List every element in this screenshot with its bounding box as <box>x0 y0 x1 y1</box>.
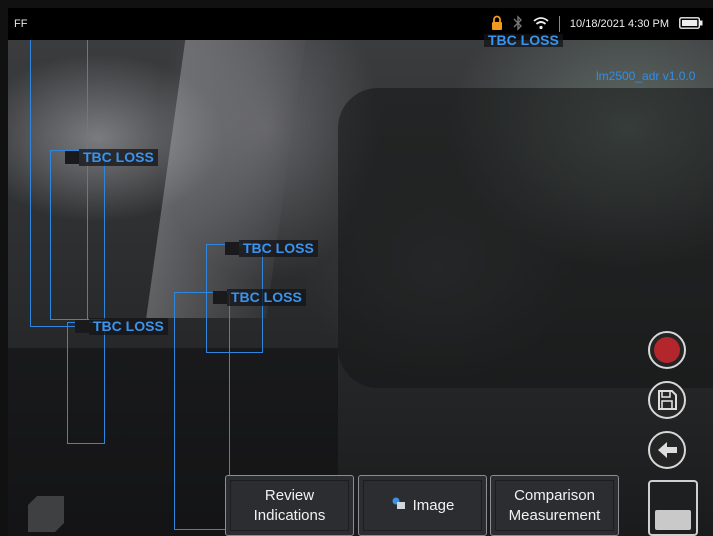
detection-label: TBC LOSS <box>75 318 168 335</box>
status-datetime: 10/18/2021 4:30 PM <box>569 18 669 30</box>
image-toggle-icon <box>391 496 407 516</box>
review-label-line2: Indications <box>253 506 326 524</box>
record-button[interactable] <box>648 331 686 369</box>
device-logo <box>28 496 64 532</box>
detection-label: TBC LOSS <box>65 149 158 166</box>
status-bar: FF 10/18/2021 4:30 PM <box>8 8 713 40</box>
comparison-label-line2: Measurement <box>508 506 601 524</box>
image-label-wrap: Image <box>391 496 455 516</box>
comparison-measurement-label: Comparison Measurement <box>509 486 601 526</box>
detection-box <box>174 292 230 530</box>
record-icon <box>654 337 680 363</box>
detection-label: TBC LOSS <box>484 34 563 47</box>
image-button[interactable]: Image <box>358 475 487 536</box>
detection-box <box>67 322 105 444</box>
battery-icon <box>679 16 703 32</box>
review-indications-label: Review Indications <box>254 486 326 526</box>
image-label: Image <box>412 496 455 514</box>
camera-viewport <box>8 8 713 536</box>
model-version-label: lm2500_adr v1.0.0 <box>596 69 696 83</box>
save-icon <box>658 390 677 410</box>
lock-icon <box>491 15 503 34</box>
review-indications-button[interactable]: Review Indications <box>225 475 354 536</box>
detection-label: TBC LOSS <box>213 289 306 306</box>
review-label-line1: Review <box>264 486 315 504</box>
comparison-label-line1: Comparison <box>514 486 595 504</box>
toggle-knob[interactable] <box>655 510 691 530</box>
status-left-text: FF <box>14 18 28 30</box>
back-arrow-icon <box>658 442 677 458</box>
comparison-measurement-button[interactable]: Comparison Measurement <box>490 475 619 536</box>
detection-label: TBC LOSS <box>225 240 318 257</box>
back-button[interactable] <box>648 431 686 469</box>
wifi-icon <box>533 16 549 33</box>
view-toggle-switch[interactable] <box>648 480 698 536</box>
status-separator <box>558 16 560 32</box>
save-button[interactable] <box>648 381 686 419</box>
bluetooth-icon <box>513 14 523 34</box>
detection-box <box>50 150 105 320</box>
